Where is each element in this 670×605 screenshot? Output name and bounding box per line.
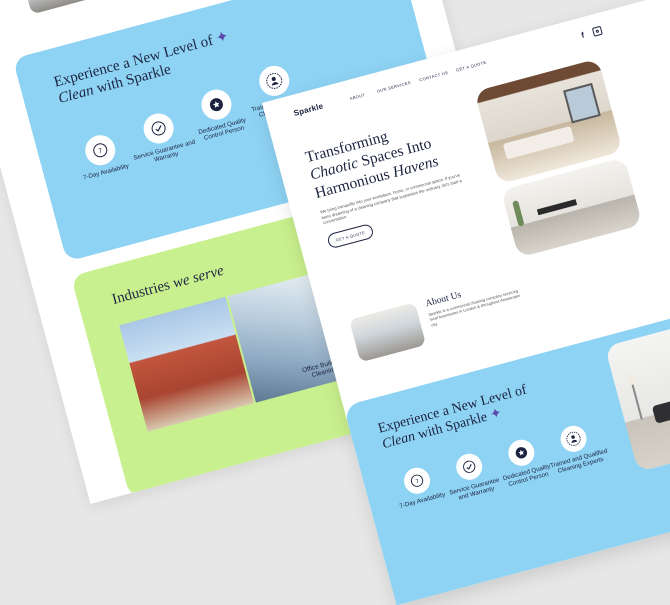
star-icon [505,436,538,469]
nav-contact[interactable]: CONTACT US [419,70,449,83]
sparkle-icon: ✦ [488,405,504,424]
svg-text:7: 7 [415,479,420,486]
calendar-icon: 7 [81,131,119,169]
sparkle-person-icon [255,62,293,100]
about-image [20,0,92,15]
about-image-front [349,302,427,363]
facebook-icon[interactable]: f [580,30,585,39]
svg-text:7: 7 [98,147,104,155]
experience-image [604,307,670,473]
about-body-front: Sparkle is a commercial cleaning company… [427,288,521,328]
badge-check-icon [453,450,486,483]
calendar-icon: 7 [401,464,433,497]
sparkle-person-icon [557,422,590,455]
right-page: Sparkle ABOUT OUR SERVICES CONTACT US GE… [262,0,670,605]
logo[interactable]: Sparkle [293,101,325,118]
nav-quote[interactable]: GET A QUOTE [455,60,486,73]
nav-services[interactable]: OUR SERVICES [376,80,411,94]
feature-experts-front: Trained and Qualified Cleaning Experts [541,418,611,477]
badge-check-icon [140,110,177,147]
star-icon [198,86,235,124]
instagram-icon[interactable] [591,25,603,37]
nav-about[interactable]: ABOUT [349,92,366,101]
sparkle-icon: ✦ [214,28,231,48]
hero-quote-button[interactable]: GET A QUOTE [326,222,375,250]
